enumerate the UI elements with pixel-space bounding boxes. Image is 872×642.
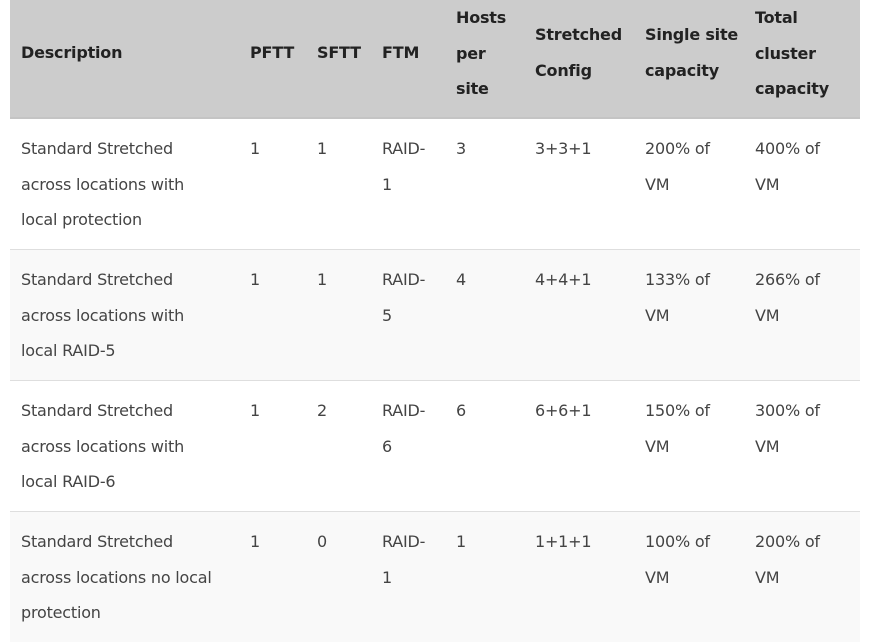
cell-text: 100% of (645, 532, 710, 551)
cell-ftm: RAID- 6 (382, 393, 425, 464)
cell-stretched-config: 3+3+1 (535, 139, 592, 158)
cell-description: Standard Stretched across locations with… (21, 393, 184, 500)
cell-text: local protection (21, 210, 142, 229)
cell-single-site-capacity: 100% of VM (645, 524, 710, 595)
cell-text: across locations with (21, 305, 185, 325)
cell-single-site-capacity: 200% of VM (645, 131, 710, 202)
table-row: Standard Stretched across locations with… (10, 119, 860, 250)
header-text: Total (755, 8, 798, 27)
cell-ftm: RAID- 1 (382, 524, 425, 595)
cell-text: RAID- (382, 139, 426, 158)
header-text: Hosts (456, 8, 507, 27)
header-text: Config (535, 60, 592, 80)
cell-stretched-config: 4+4+1 (535, 270, 592, 289)
cell-text: VM (645, 174, 670, 194)
cell-ftm: RAID- 1 (382, 131, 425, 202)
cell-description: Standard Stretched across locations no l… (21, 524, 212, 631)
cell-sftt: 1 (317, 270, 327, 289)
cell-text: 5 (382, 305, 392, 325)
cell-pftt: 1 (250, 139, 260, 158)
cell-text: 200% of (645, 139, 710, 158)
cell-text: 266% of (755, 270, 820, 289)
cell-description: Standard Stretched across locations with… (21, 262, 184, 369)
cell-text: across locations with (21, 174, 185, 194)
header-single-site-capacity: Single site capacity (645, 17, 738, 88)
cell-pftt: 1 (250, 270, 260, 289)
header-sftt: SFTT (317, 43, 361, 62)
cell-text: 400% of (755, 139, 820, 158)
header-stretched-config: Stretched Config (535, 17, 622, 88)
cell-hosts-per-site: 1 (456, 532, 466, 551)
cell-text: 6 (382, 436, 392, 456)
header-ftm: FTM (382, 43, 420, 62)
cell-text: local RAID-6 (21, 472, 116, 491)
cell-sftt: 0 (317, 532, 327, 551)
header-pftt: PFTT (250, 43, 295, 62)
cell-text: VM (755, 174, 780, 194)
table-row: Standard Stretched across locations with… (10, 381, 860, 512)
header-text: site (456, 79, 489, 98)
cell-hosts-per-site: 3 (456, 139, 466, 158)
cell-pftt: 1 (250, 401, 260, 420)
cell-text: VM (645, 436, 670, 456)
header-text: capacity (645, 60, 719, 80)
cell-text: 1 (382, 567, 392, 587)
cell-text: RAID- (382, 532, 426, 551)
header-text: Single site (645, 25, 739, 44)
table-row: Standard Stretched across locations no l… (10, 512, 860, 642)
cell-hosts-per-site: 4 (456, 270, 466, 289)
cell-text: VM (755, 567, 780, 587)
cell-total-cluster-capacity: 400% of VM (755, 131, 820, 202)
cell-total-cluster-capacity: 266% of VM (755, 262, 820, 333)
header-text: capacity (755, 79, 829, 98)
cell-text: VM (755, 305, 780, 325)
header-total-cluster-capacity: Total cluster capacity (755, 0, 829, 107)
cell-text: 200% of (755, 532, 820, 551)
header-hosts-per-site: Hosts per site (456, 0, 506, 107)
header-text: Stretched (535, 25, 622, 44)
cell-stretched-config: 1+1+1 (535, 532, 592, 551)
cell-text: Standard Stretched (21, 139, 173, 158)
cell-total-cluster-capacity: 200% of VM (755, 524, 820, 595)
cell-ftm: RAID- 5 (382, 262, 425, 333)
table-header: Description PFTT SFTT FTM Hosts per site… (10, 0, 860, 119)
table-row: Standard Stretched across locations with… (10, 250, 860, 381)
cell-sftt: 2 (317, 401, 327, 420)
header-text: cluster (755, 43, 816, 63)
cell-single-site-capacity: 150% of VM (645, 393, 710, 464)
cell-text: 150% of (645, 401, 710, 420)
cell-text: 133% of (645, 270, 710, 289)
cell-hosts-per-site: 6 (456, 401, 466, 420)
cell-text: RAID- (382, 401, 426, 420)
cell-text: RAID- (382, 270, 426, 289)
cell-text: Standard Stretched (21, 270, 173, 289)
cell-text: Standard Stretched (21, 532, 173, 551)
cell-pftt: 1 (250, 532, 260, 551)
cell-text: protection (21, 603, 101, 622)
cell-text: 1 (382, 174, 392, 194)
cell-stretched-config: 6+6+1 (535, 401, 592, 420)
cell-text: local RAID-5 (21, 341, 116, 360)
cell-text: across locations no local (21, 567, 212, 587)
cell-single-site-capacity: 133% of VM (645, 262, 710, 333)
cell-total-cluster-capacity: 300% of VM (755, 393, 820, 464)
cell-description: Standard Stretched across locations with… (21, 131, 184, 238)
cell-text: across locations with (21, 436, 185, 456)
cell-text: VM (645, 567, 670, 587)
cell-sftt: 1 (317, 139, 327, 158)
cell-text: 300% of (755, 401, 820, 420)
header-text: per (456, 43, 486, 63)
header-description: Description (21, 43, 123, 62)
cell-text: VM (755, 436, 780, 456)
cell-text: Standard Stretched (21, 401, 173, 420)
cell-text: VM (645, 305, 670, 325)
